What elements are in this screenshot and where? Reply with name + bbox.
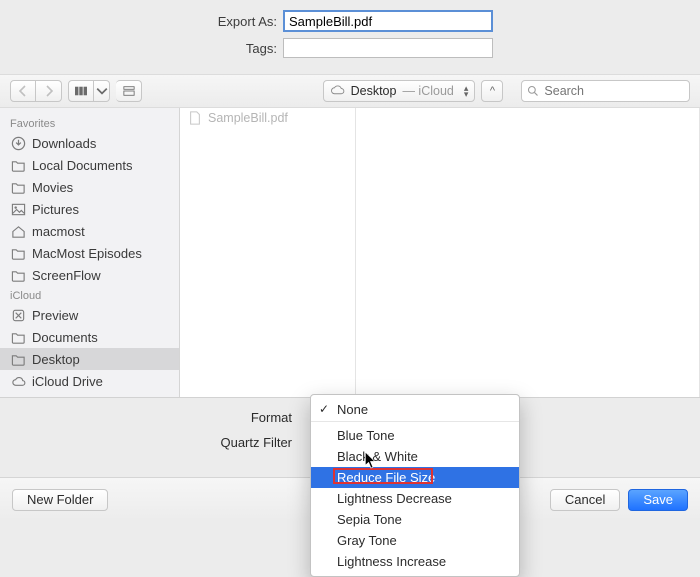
menu-item-label: Reduce File Size	[337, 470, 435, 485]
view-columns-button[interactable]	[68, 80, 94, 102]
downloads-icon	[10, 135, 26, 151]
preview-column	[356, 108, 700, 397]
menu-item[interactable]: Gray Tone	[311, 530, 519, 551]
sidebar-item-label: MacMost Episodes	[32, 246, 142, 261]
sidebar-item[interactable]: Downloads	[0, 132, 179, 154]
folder-icon	[10, 267, 26, 283]
save-button[interactable]: Save	[628, 489, 688, 511]
pictures-icon	[10, 201, 26, 217]
sidebar-item-label: macmost	[32, 224, 85, 239]
location-popup[interactable]: Desktop — iCloud ▴▾	[323, 80, 476, 102]
search-wrap	[521, 80, 690, 102]
cloud-icon	[10, 373, 26, 389]
sidebar-item-label: Movies	[32, 180, 73, 195]
sidebar-item-label: Pictures	[32, 202, 79, 217]
sidebar-item[interactable]: Local Documents	[0, 154, 179, 176]
export-as-label: Export As:	[0, 14, 283, 29]
search-input[interactable]	[521, 80, 690, 102]
menu-item-label: Gray Tone	[337, 533, 397, 548]
quartz-filter-menu[interactable]: ✓ None Blue Tone Black & White Reduce File S…	[310, 394, 520, 577]
toolbar: Desktop — iCloud ▴▾ ^	[0, 74, 700, 108]
sidebar-item-label: Downloads	[32, 136, 96, 151]
location-main: Desktop	[351, 84, 397, 98]
sidebar-section-header: Favorites	[0, 114, 179, 132]
sidebar-item[interactable]: Preview	[0, 304, 179, 326]
app-icon	[10, 307, 26, 323]
menu-item-label: None	[337, 402, 368, 417]
sidebar-item[interactable]: Documents	[0, 326, 179, 348]
sidebar-item[interactable]: Pictures	[0, 198, 179, 220]
home-icon	[10, 223, 26, 239]
sidebar-section-header: iCloud	[0, 286, 179, 304]
check-icon: ✓	[319, 402, 329, 416]
sidebar-item[interactable]: ScreenFlow	[0, 264, 179, 286]
sidebar-item[interactable]: Desktop	[0, 348, 179, 370]
view-dropdown-button[interactable]	[94, 80, 110, 102]
sidebar-item-label: iCloud Drive	[32, 374, 103, 389]
menu-item-label: Lightness Increase	[337, 554, 446, 569]
forward-button[interactable]	[36, 80, 62, 102]
menu-item[interactable]: ✓ None	[311, 399, 519, 422]
sidebar-item-label: Desktop	[32, 352, 80, 367]
sidebar-item[interactable]: macmost	[0, 220, 179, 242]
mouse-cursor-icon	[364, 452, 378, 469]
menu-item[interactable]: Blue Tone	[311, 425, 519, 446]
sidebar: Favorites Downloads Local Documents Movies P…	[0, 108, 180, 397]
sidebar-item[interactable]: MacMost Episodes	[0, 242, 179, 264]
file-item[interactable]: SampleBill.pdf	[180, 108, 355, 128]
sidebar-item[interactable]: Movies	[0, 176, 179, 198]
folder-icon	[10, 179, 26, 195]
search-icon	[527, 85, 539, 97]
tags-label: Tags:	[0, 41, 283, 56]
export-as-input[interactable]	[283, 10, 493, 32]
location-sub: — iCloud	[402, 84, 453, 98]
menu-item[interactable]: Reduce File Size	[311, 467, 519, 488]
sidebar-item[interactable]: iCloud Drive	[0, 370, 179, 392]
tags-input[interactable]	[283, 38, 493, 58]
sidebar-item-label: Preview	[32, 308, 78, 323]
updown-icon: ▴▾	[464, 85, 469, 97]
file-browser: Favorites Downloads Local Documents Movies P…	[0, 108, 700, 398]
sidebar-item-label: Documents	[32, 330, 98, 345]
menu-item-label: Sepia Tone	[337, 512, 402, 527]
collapse-button[interactable]: ^	[481, 80, 503, 102]
format-label: Format	[0, 410, 298, 425]
folder-icon	[10, 329, 26, 345]
nav-segment	[10, 80, 62, 102]
sidebar-item-label: ScreenFlow	[32, 268, 101, 283]
menu-item-label: Blue Tone	[337, 428, 395, 443]
folder-icon	[10, 351, 26, 367]
file-list-column: SampleBill.pdf	[180, 108, 356, 397]
group-segment	[116, 80, 142, 102]
view-segment	[68, 80, 110, 102]
group-button[interactable]	[116, 80, 142, 102]
menu-item[interactable]: Lightness Increase	[311, 551, 519, 572]
top-fields: Export As: Tags:	[0, 0, 700, 74]
back-button[interactable]	[10, 80, 36, 102]
quartz-filter-label: Quartz Filter	[0, 435, 298, 450]
cancel-button[interactable]: Cancel	[550, 489, 620, 511]
new-folder-button[interactable]: New Folder	[12, 489, 108, 511]
sidebar-item-label: Local Documents	[32, 158, 132, 173]
folder-icon	[10, 157, 26, 173]
folder-icon	[10, 245, 26, 261]
file-item-label: SampleBill.pdf	[208, 111, 288, 125]
menu-item[interactable]: Black & White	[311, 446, 519, 467]
document-icon	[188, 111, 202, 125]
cloud-icon	[330, 84, 345, 99]
menu-item[interactable]: Lightness Decrease	[311, 488, 519, 509]
menu-item-label: Lightness Decrease	[337, 491, 452, 506]
menu-item[interactable]: Sepia Tone	[311, 509, 519, 530]
